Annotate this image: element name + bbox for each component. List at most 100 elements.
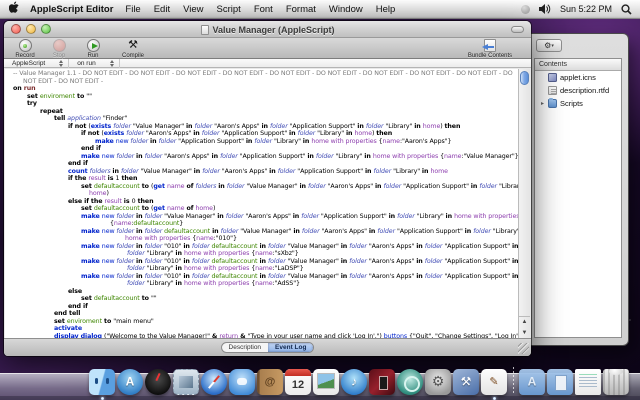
menu-window[interactable]: Window: [329, 4, 363, 15]
code-line: if the result is 1 then: [5, 175, 519, 183]
code-line: try: [5, 100, 519, 108]
dock-item-app-store[interactable]: A: [116, 369, 144, 395]
tab-event-log[interactable]: Event Log: [268, 343, 313, 352]
spotlight-icon[interactable]: [621, 4, 632, 15]
toolbar: Record Stop Run ⚒ Compile Bundle Content…: [4, 38, 531, 59]
dock-item-time-machine[interactable]: [396, 369, 424, 395]
applescript-editor-icon: ✎: [481, 369, 507, 395]
title-bar[interactable]: Value Manager (AppleScript): [4, 21, 531, 38]
dock-item-iphoto[interactable]: [312, 369, 340, 395]
window-title: Value Manager (AppleScript): [212, 25, 334, 35]
menu-clock[interactable]: Sun 5:22 PM: [560, 4, 612, 14]
dock-item-mail[interactable]: [172, 369, 200, 395]
desktop: AppleScript Editor File Edit View Script…: [0, 0, 640, 400]
code-line: activate: [5, 325, 519, 333]
dock-item-ichat[interactable]: [228, 369, 256, 395]
dashboard-icon: [145, 369, 171, 395]
handler-popup[interactable]: on run: [69, 59, 119, 68]
code-line: folder "Library" in home with properties…: [5, 265, 519, 273]
menu-edit[interactable]: Edit: [154, 4, 170, 15]
dock-item-documents-stack[interactable]: [546, 369, 574, 395]
code-line: set defaultaccount to "": [5, 295, 519, 303]
dock-item-system-preferences[interactable]: ⚙: [424, 369, 452, 395]
zoom-button[interactable]: [41, 24, 51, 34]
code-line: make new folder in folder "010" in folde…: [5, 258, 519, 266]
code-line: end if: [5, 145, 519, 153]
menu-script[interactable]: Script: [217, 4, 241, 15]
ichat-icon: [229, 369, 255, 395]
dock-item-xcode[interactable]: ⚒: [452, 369, 480, 395]
code-line: make new folder in folder "010" in folde…: [5, 273, 519, 281]
list-item-description[interactable]: description.rtfd: [535, 84, 621, 97]
dock-item-address-book[interactable]: @: [256, 369, 284, 395]
dock-item-finder[interactable]: [88, 369, 116, 395]
dock-item-document-file[interactable]: [574, 369, 602, 395]
menu-help[interactable]: Help: [376, 4, 396, 15]
list-item-scripts[interactable]: ▸ Scripts: [535, 97, 621, 110]
bundle-contents-button[interactable]: Bundle Contents: [455, 39, 525, 59]
code-line: home): [5, 190, 519, 198]
apple-logo-icon: [9, 1, 20, 14]
drawer-action-button[interactable]: ⚙▾: [536, 39, 562, 52]
list-item-label: applet.icns: [560, 73, 596, 82]
code-editor[interactable]: -- Value Manager 1.1 - DO NOT EDIT - DO …: [5, 69, 519, 338]
scrollbar-thumb[interactable]: [520, 71, 529, 85]
dock-item-applescript-editor[interactable]: ✎: [480, 369, 508, 395]
volume-icon[interactable]: [539, 4, 551, 14]
dock-item-front-row[interactable]: [368, 369, 396, 395]
menu-font[interactable]: Font: [254, 4, 273, 15]
front-row-icon: [369, 369, 395, 395]
bundle-contents-drawer: ⚙▾ Contents applet.icns description.rtfd…: [528, 33, 629, 346]
code-line: else if the result is 0 then: [5, 198, 519, 206]
code-line: else: [5, 288, 519, 296]
code-line: folder "Library" in home with properties…: [5, 280, 519, 288]
hammer-icon: ⚒: [127, 39, 140, 52]
menu-app-name[interactable]: AppleScript Editor: [30, 4, 113, 15]
chevron-down-icon: ▾: [551, 43, 554, 49]
minimize-button[interactable]: [26, 24, 36, 34]
dock-item-dashboard[interactable]: [144, 369, 172, 395]
contents-header: Contents: [535, 59, 621, 71]
code-line: end tell: [5, 310, 519, 318]
dock-item-trash[interactable]: [602, 369, 630, 395]
dock-item-ical[interactable]: 12: [284, 369, 312, 395]
code-line: on run: [5, 85, 519, 93]
code-line: set enviroment to "main menu": [5, 318, 519, 326]
close-button[interactable]: [11, 24, 21, 34]
toolbar-toggle-button[interactable]: [511, 26, 524, 33]
mail-icon: [173, 369, 199, 395]
run-button[interactable]: Run: [76, 39, 110, 59]
dock-item-itunes[interactable]: ♪: [340, 369, 368, 395]
code-line: end if: [5, 160, 519, 168]
menu-view[interactable]: View: [183, 4, 203, 15]
tab-description[interactable]: Description: [222, 343, 269, 352]
vertical-scrollbar[interactable]: ▲ ▼: [518, 69, 530, 338]
finder-icon: [89, 369, 115, 395]
code-content: -- Value Manager 1.1 - DO NOT EDIT - DO …: [5, 70, 519, 338]
list-item-applet[interactable]: applet.icns: [535, 71, 621, 84]
document-proxy-icon[interactable]: [200, 25, 208, 35]
scroll-up-arrow[interactable]: ▲: [519, 317, 530, 328]
dock-item-safari[interactable]: [200, 369, 228, 395]
menu-extra-icon[interactable]: [521, 5, 530, 14]
code-line: make new folder in folder "010" in folde…: [5, 243, 519, 251]
record-icon: [19, 39, 32, 52]
dock-item-applications-stack[interactable]: A: [518, 369, 546, 395]
menu-file[interactable]: File: [125, 4, 140, 15]
language-popup[interactable]: AppleScript: [4, 59, 69, 68]
list-item-label: Scripts: [560, 99, 583, 108]
code-line: make new folder in folder defaultaccount…: [5, 228, 519, 236]
record-button[interactable]: Record: [8, 39, 42, 59]
ical-icon: 12: [285, 369, 311, 395]
disclosure-triangle-icon[interactable]: ▸: [541, 100, 548, 107]
xcode-icon: ⚒: [453, 369, 479, 395]
resize-grip[interactable]: [518, 343, 529, 354]
code-line: if not (exists folder "Aaron's Apps" in …: [5, 130, 519, 138]
bottom-bar: Description Event Log: [4, 338, 531, 356]
compile-button[interactable]: ⚒ Compile: [110, 39, 156, 59]
apple-menu-icon[interactable]: [9, 1, 20, 17]
itunes-icon: ♪: [341, 369, 367, 395]
menu-items: File Edit View Script Font Format Window…: [125, 4, 395, 15]
menu-format[interactable]: Format: [286, 4, 316, 15]
code-line: end if: [5, 303, 519, 311]
